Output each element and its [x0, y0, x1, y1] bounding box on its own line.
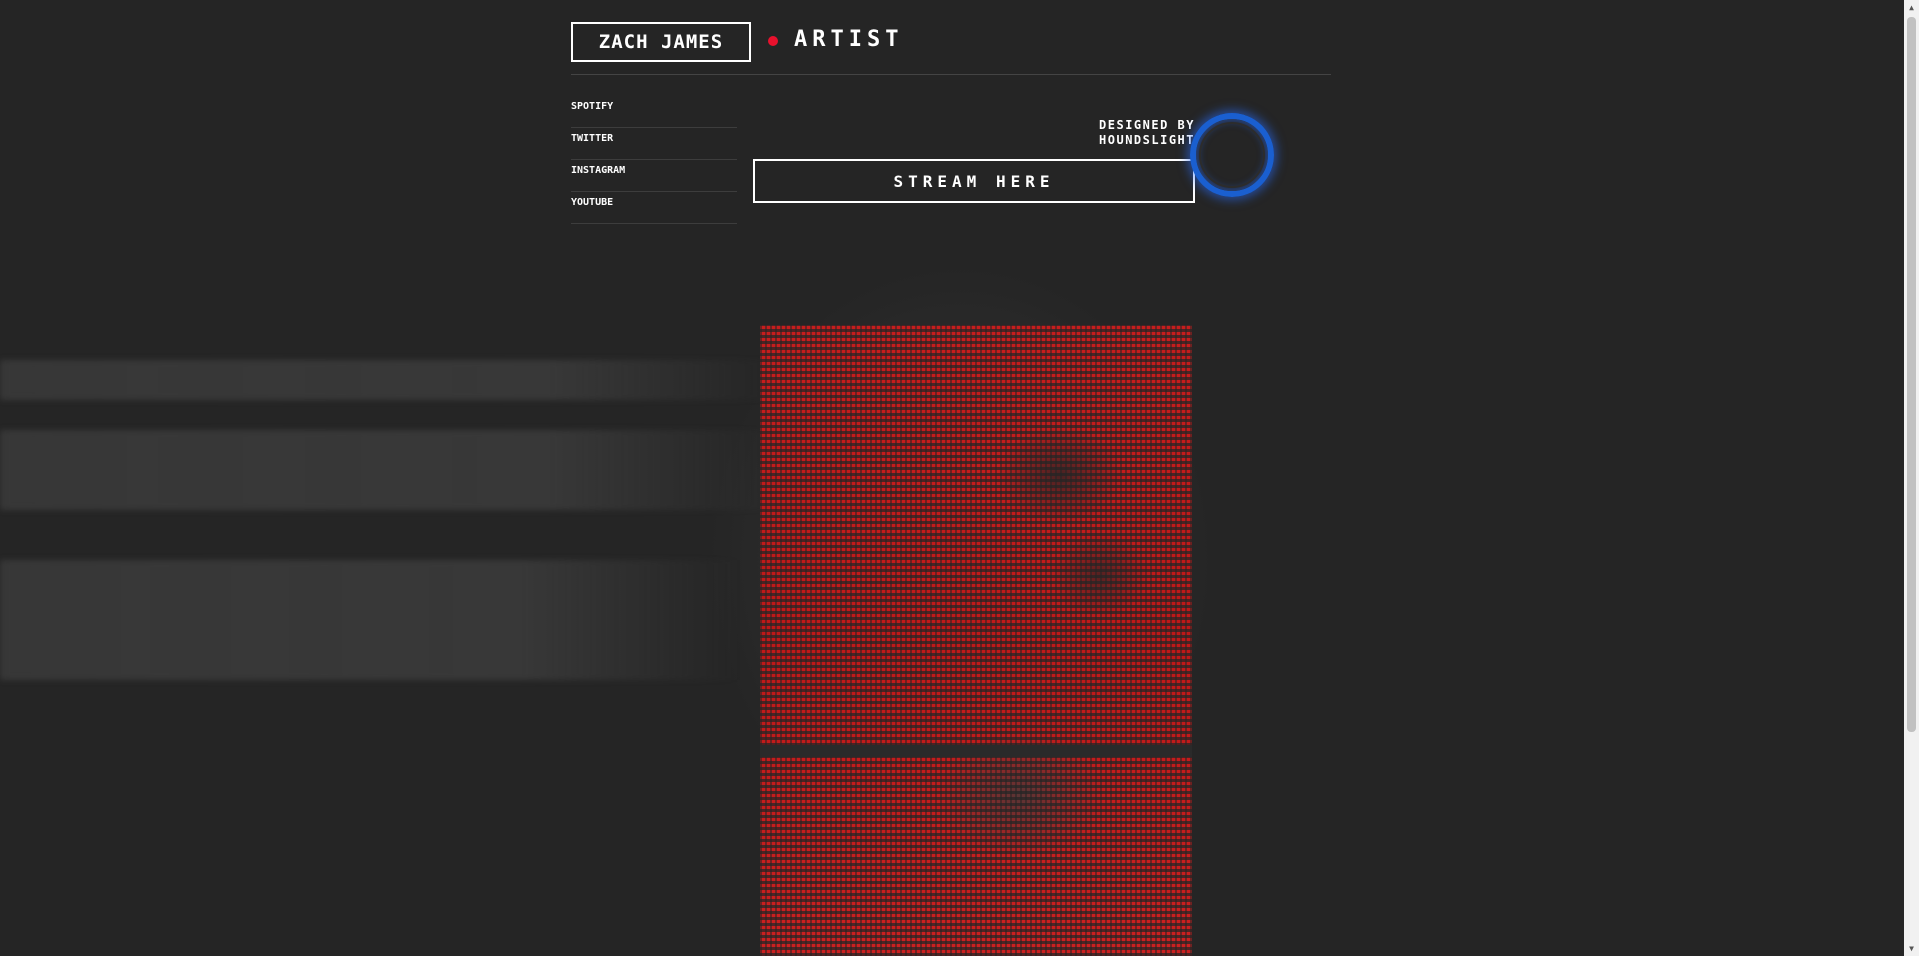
ascii-gap: [760, 745, 1192, 757]
social-link-twitter[interactable]: TWITTER: [571, 128, 737, 160]
social-link-spotify[interactable]: SPOTIFY: [571, 96, 737, 128]
logo[interactable]: ZACH JAMES: [571, 22, 751, 62]
social-link-instagram[interactable]: INSTAGRAM: [571, 160, 737, 192]
credit-line-2[interactable]: HOUNDSLIGHT: [891, 133, 1195, 148]
glowing-ring-icon[interactable]: [1190, 113, 1274, 197]
site-header: ZACH JAMES ARTIST: [571, 22, 1331, 75]
stream-button[interactable]: STREAM HERE: [753, 159, 1195, 203]
role-label: ARTIST: [794, 27, 904, 52]
social-links: SPOTIFY TWITTER INSTAGRAM YOUTUBE: [571, 96, 737, 224]
ascii-portrait: [760, 325, 1192, 956]
scroll-down-arrow-icon[interactable]: ▼: [1904, 941, 1919, 956]
scroll-up-arrow-icon[interactable]: ▲: [1904, 0, 1919, 15]
credit-line-1: DESIGNED BY: [1099, 118, 1195, 132]
scroll-thumb[interactable]: [1907, 17, 1916, 732]
designer-credit: DESIGNED BY HOUNDSLIGHT: [891, 118, 1195, 148]
light-streak: [0, 560, 740, 680]
light-streak: [0, 430, 780, 510]
scrollbar[interactable]: ▲ ▼: [1904, 0, 1919, 956]
page-container: ZACH JAMES ARTIST SPOTIFY TWITTER INSTAG…: [571, 0, 1331, 230]
status-dot: [768, 36, 778, 46]
social-link-youtube[interactable]: YOUTUBE: [571, 192, 737, 224]
light-streak: [0, 360, 780, 400]
